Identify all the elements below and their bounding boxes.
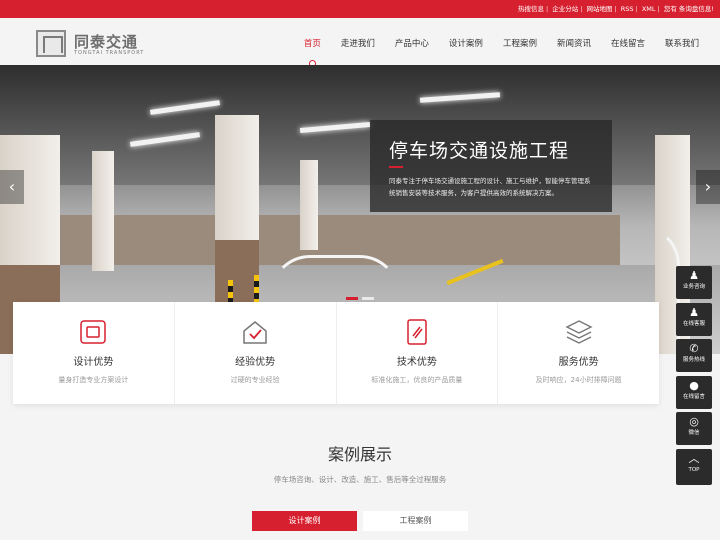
top-links: 热搜信息 | 企业分站 | 网站地图 | RSS | XML | 您有 条询盘信息! (517, 5, 714, 13)
nav-item-home[interactable]: 首页 (303, 37, 321, 67)
carousel-dot[interactable] (362, 297, 374, 300)
up-arrow-icon: ︿ (688, 451, 700, 465)
cases-tabs: 设计案例 工程案例 (252, 511, 468, 531)
hero-caption: 停车场交通设施工程 同泰专注于停车场交通设施工程的设计、施工与维护，智能停车管理… (370, 120, 612, 212)
float-label: 业务咨询 (682, 284, 705, 290)
tab-design-cases[interactable]: 设计案例 (252, 511, 357, 531)
top-link-xml[interactable]: XML (642, 5, 656, 13)
feature-desc: 量身打造专业方案设计 (58, 376, 129, 384)
float-label: 在线留言 (682, 393, 705, 400)
feature-title: 技术优势 (396, 357, 437, 368)
feature-card-service[interactable]: 服务优势 及时响应，24小时排障问题 (497, 302, 659, 404)
logo-cn-text: 同泰交通 (74, 33, 139, 51)
chat-icon: ● (689, 378, 699, 392)
nav-item-products[interactable]: 产品中心 (395, 37, 429, 49)
feature-title: 服务优势 (558, 357, 599, 368)
top-link-hot[interactable]: 热搜信息 (518, 5, 544, 13)
top-inquiry-suffix[interactable]: 条询盘信息! (679, 5, 714, 13)
nav-label: 首页 (303, 39, 321, 49)
floating-contact-bar: ♟ 业务咨询 ♟ 在线客服 ✆ 服务热线 ● 在线留言 ◎ 微信 ︿ TOP (676, 266, 712, 488)
float-label: 服务热线 (682, 357, 705, 363)
design-card-icon (80, 320, 107, 344)
back-to-top-button[interactable]: ︿ TOP (676, 448, 712, 485)
nav-item-message[interactable]: 在线留言 (611, 37, 645, 49)
float-label: TOP (688, 466, 700, 473)
top-bar: 热搜信息 | 企业分站 | 网站地图 | RSS | XML | 您有 条询盘信息! (0, 0, 720, 18)
logo-mark-icon (36, 30, 66, 57)
feature-card-technology[interactable]: 技术优势 标准化施工，优良的产品质量 (335, 302, 498, 404)
feature-card-design[interactable]: 设计优势 量身打造专业方案设计 (13, 302, 174, 404)
float-label: 微信 (688, 430, 700, 436)
wechat-icon: ◎ (689, 415, 699, 428)
main-nav: 首页 走进我们 产品中心 设计案例 工程案例 新闻资讯 在线留言 联系我们 (284, 37, 699, 67)
site-header: 同泰交通 TONGTAI TRANSPORT 首页 走进我们 产品中心 设计案例… (0, 18, 720, 67)
carousel-prev-button[interactable]: ‹ (0, 170, 24, 204)
bell-icon: ♟ (689, 305, 699, 319)
feature-title: 设计优势 (73, 357, 114, 368)
carousel-next-button[interactable]: › (696, 170, 720, 204)
nav-item-about[interactable]: 走进我们 (341, 37, 375, 49)
float-message-button[interactable]: ● 在线留言 (676, 375, 712, 409)
top-link-branch[interactable]: 企业分站 (552, 5, 578, 13)
top-link-sitemap[interactable]: 网站地图 (587, 5, 613, 13)
carousel-dots (346, 297, 378, 300)
phone-icon: ✆ (689, 342, 699, 355)
logo-en-text: TONGTAI TRANSPORT (74, 50, 145, 56)
hero-title: 停车场交通设施工程 (389, 140, 570, 162)
top-link-rss[interactable]: RSS (621, 5, 634, 13)
feature-card-experience[interactable]: 经验优势 过硬的专业经验 (173, 302, 336, 404)
hero-pillar (300, 160, 318, 250)
nav-item-project-cases[interactable]: 工程案例 (503, 37, 537, 49)
hero-title-underline (389, 166, 403, 168)
float-service-button[interactable]: ♟ 在线客服 (676, 302, 712, 336)
feature-desc: 过硬的专业经验 (230, 376, 280, 384)
cases-section-subtitle: 停车场咨询、设计、改造、施工、售后等全过程服务 (273, 475, 447, 484)
tab-project-cases[interactable]: 工程案例 (363, 511, 468, 531)
float-hotline-button[interactable]: ✆ 服务热线 (676, 339, 712, 372)
hero-pillar (92, 151, 114, 271)
feature-cards: 设计优势 量身打造专业方案设计 经验优势 过硬的专业经验 技术优势 标准化施工，… (13, 302, 659, 404)
bell-icon: ♟ (689, 269, 699, 282)
hero-description: 同泰专注于停车场交通设施工程的设计、施工与维护，智能停车管理系统销售安装等技术服… (389, 177, 591, 197)
feature-desc: 及时响应，24小时排障问题 (535, 376, 622, 384)
feature-desc: 标准化施工，优良的产品质量 (371, 376, 463, 384)
house-check-icon (243, 321, 267, 344)
cases-section-title: 案例展示 (327, 445, 392, 464)
layers-icon (565, 320, 593, 344)
float-wechat-button[interactable]: ◎ 微信 (676, 412, 712, 445)
nav-item-contact[interactable]: 联系我们 (665, 37, 699, 49)
top-inquiry-prefix: 您有 (663, 5, 677, 13)
site-logo[interactable]: 同泰交通 TONGTAI TRANSPORT (36, 30, 150, 58)
feature-title: 经验优势 (235, 357, 276, 368)
float-consult-button[interactable]: ♟ 业务咨询 (676, 266, 712, 299)
nav-item-design-cases[interactable]: 设计案例 (449, 37, 483, 49)
nav-item-news[interactable]: 新闻资讯 (557, 37, 591, 49)
document-pen-icon (407, 319, 427, 345)
carousel-dot-active[interactable] (346, 297, 358, 300)
float-label: 在线客服 (682, 320, 705, 327)
